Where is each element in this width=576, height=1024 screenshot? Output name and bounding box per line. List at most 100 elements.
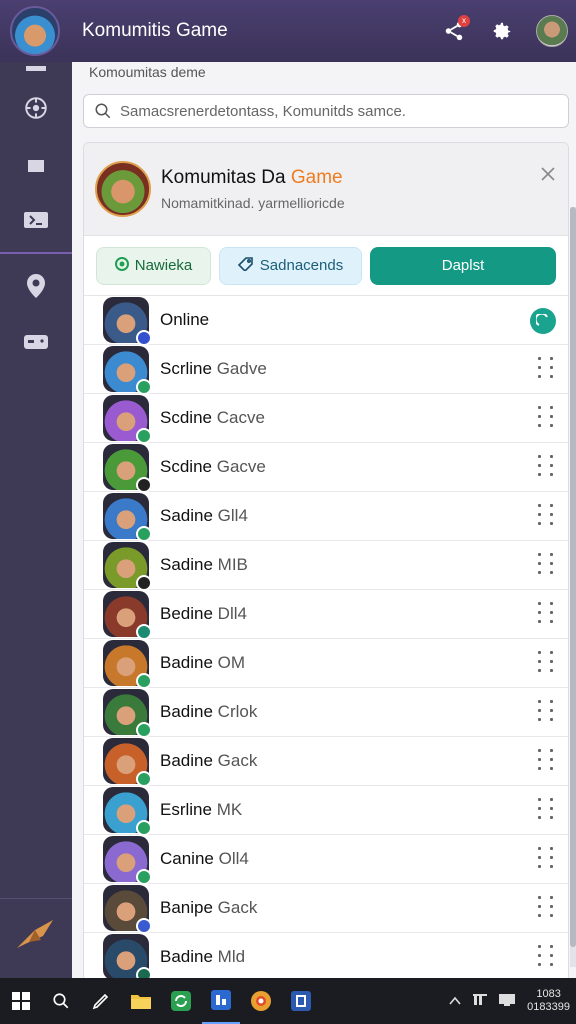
drag-handle-icon[interactable] [538,651,556,675]
drag-handle-icon[interactable] [538,553,556,577]
member-name: Badine Mld [160,947,246,966]
member-name: Bedine Dll4 [160,604,247,623]
rail-item-location[interactable] [0,258,72,314]
status-badge [136,771,152,787]
member-row[interactable]: Banipe Gack [84,884,568,934]
member-row[interactable]: Badine Mld [84,933,568,978]
drag-handle-icon[interactable] [538,896,556,920]
drag-handle-icon[interactable] [538,455,556,479]
member-row[interactable]: Badine Crlok [84,688,568,738]
settings-button[interactable] [488,17,516,45]
search-icon [53,993,69,1009]
volume-icon[interactable] [499,993,516,1009]
gear-icon [493,22,511,40]
app-window-icon [211,990,231,1010]
member-row[interactable]: Sadine Gll4 [84,492,568,542]
taskbar-pen[interactable] [82,978,120,1024]
status-badge [136,624,152,640]
drag-handle-icon[interactable] [538,945,556,969]
taskbar-app2[interactable] [282,978,320,1024]
user-avatar[interactable] [536,15,568,47]
status-badge [136,526,152,542]
compass-icon [25,97,47,119]
member-row[interactable]: Sadine MIB [84,541,568,591]
start-button[interactable] [2,978,40,1024]
display-button[interactable]: Daplst [370,246,556,285]
breadcrumb[interactable]: Komoumitas deme [89,64,206,80]
drag-handle-icon[interactable] [538,749,556,773]
close-button[interactable] [540,165,556,188]
scrollbar[interactable] [570,207,576,967]
app-title: Komumitis Game [82,20,228,41]
member-avatar [103,836,152,885]
rail-item-controller[interactable] [0,314,72,370]
drag-handle-icon[interactable] [538,602,556,626]
member-name: Sadine Gll4 [160,506,248,525]
status-badge [136,477,152,493]
left-rail [0,62,72,978]
member-name: Esrline MK [160,800,243,819]
windows-icon [12,992,30,1010]
online-status-icon[interactable] [530,308,556,334]
chip-nawieka[interactable]: Nawieka [96,246,211,285]
member-row[interactable]: Online [84,296,568,346]
gamepad-icon [24,335,48,349]
member-avatar [103,297,152,346]
member-row[interactable]: Esrline MK [84,786,568,836]
status-badge [136,379,152,395]
member-row[interactable]: Badine Gack [84,737,568,787]
status-badge [136,820,152,836]
network-icon[interactable] [473,993,488,1009]
member-name: Scrline Gadve [160,359,267,378]
member-row[interactable]: Scdine Cacve [84,394,568,444]
member-row[interactable]: Badine OM [84,639,568,689]
drag-handle-icon[interactable] [538,357,556,381]
drag-handle-icon[interactable] [538,798,556,822]
rail-bottom-logo[interactable] [0,898,72,968]
notification-badge: x [458,15,470,27]
member-row[interactable]: Canine Oll4 [84,835,568,885]
taskbar-files[interactable] [122,978,160,1024]
chip-sadnacends[interactable]: Sadnacends [219,246,362,285]
app-logo[interactable] [10,6,60,56]
member-name: Badine OM [160,653,246,672]
member-name: Canine Oll4 [160,849,249,868]
drag-handle-icon[interactable] [538,847,556,871]
member-row[interactable]: Scrline Gadve [84,345,568,395]
bag-icon [28,154,44,172]
search-icon [95,103,111,119]
member-avatar [103,738,152,787]
taskbar-app-active[interactable] [202,978,240,1024]
search-input[interactable]: Samacsrenerdetontass, Komunitds samce. [83,94,569,128]
member-avatar [103,885,152,934]
taskbar: 1083 0183399 [0,978,576,1024]
group-title: Komumitas Da Game [161,167,343,188]
clock[interactable]: 1083 0183399 [527,988,570,1014]
drag-handle-icon[interactable] [538,504,556,528]
drag-handle-icon[interactable] [538,406,556,430]
status-badge [136,330,152,346]
system-tray: 1083 0183399 [449,988,570,1014]
group-title-accent: Game [290,167,343,188]
chevron-up-icon[interactable] [449,994,461,1009]
rail-item-top[interactable] [0,58,72,80]
member-name: Badine Gack [160,751,258,770]
search-placeholder: Samacsrenerdetontass, Komunitds samce. [120,102,406,120]
member-row[interactable]: Scdine Gacve [84,443,568,493]
scrollbar-thumb[interactable] [570,207,576,947]
rail-item-explore[interactable] [0,80,72,136]
taskbar-sync[interactable] [162,978,200,1024]
share-button[interactable]: x [440,15,470,45]
rail-item-store[interactable] [0,136,72,192]
status-badge [136,575,152,591]
pen-icon [92,993,109,1010]
rail-item-media[interactable] [0,192,72,248]
taskbar-browser[interactable] [242,978,280,1024]
member-avatar [103,591,152,640]
drag-handle-icon[interactable] [538,700,556,724]
taskbar-search[interactable] [42,978,80,1024]
member-avatar [103,934,152,978]
member-row[interactable]: Bedine Dll4 [84,590,568,640]
dragon-icon [17,919,53,948]
filter-chips: Nawieka Sadnacends Daplst [84,236,568,296]
